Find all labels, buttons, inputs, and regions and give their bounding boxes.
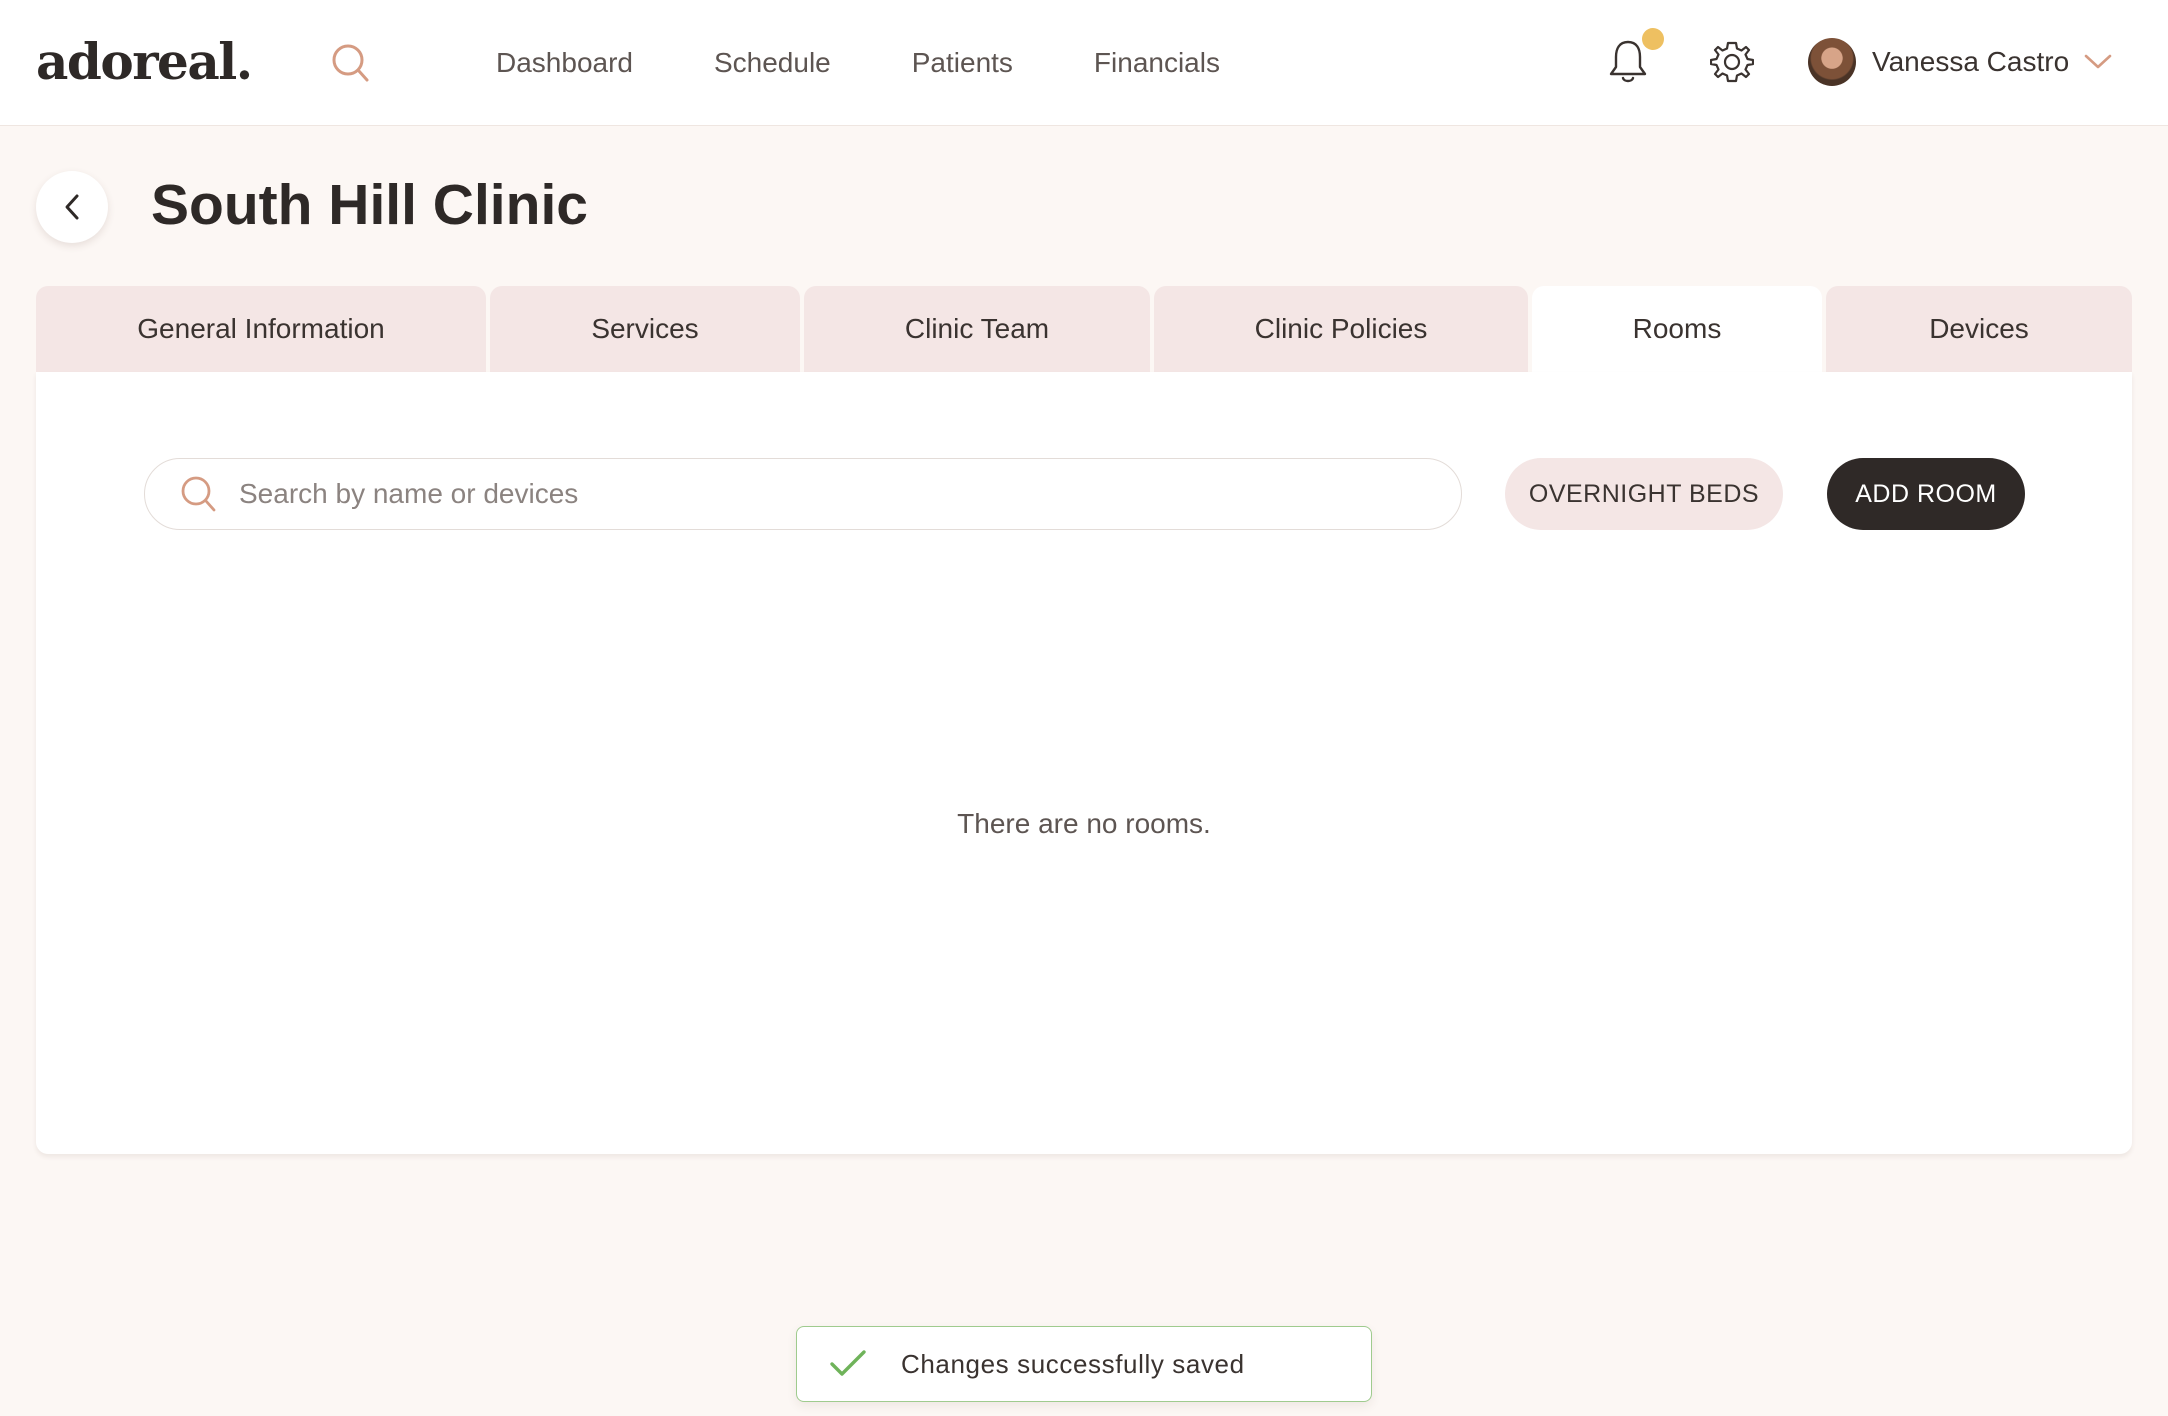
overnight-beds-button[interactable]: OVERNIGHT BEDS <box>1505 458 1783 530</box>
nav-schedule[interactable]: Schedule <box>714 47 831 79</box>
room-search-box[interactable] <box>144 458 1462 530</box>
room-search-input[interactable] <box>239 478 1419 510</box>
chevron-down-icon <box>2084 54 2112 69</box>
bell-icon[interactable] <box>1608 38 1648 84</box>
tab-clinic-team[interactable]: Clinic Team <box>804 286 1150 372</box>
chevron-left-icon <box>65 194 79 220</box>
adoreal-logo[interactable]: adoreal. <box>36 32 253 91</box>
notification-dot <box>1642 28 1664 50</box>
tab-general-information[interactable]: General Information <box>36 286 486 372</box>
tab-clinic-policies[interactable]: Clinic Policies <box>1154 286 1528 372</box>
avatar <box>1808 38 1856 86</box>
user-menu[interactable]: Vanessa Castro <box>1808 38 2113 86</box>
nav-dashboard[interactable]: Dashboard <box>496 47 633 79</box>
page-title: South Hill Clinic <box>151 173 588 237</box>
empty-state-message: There are no rooms. <box>957 808 1211 839</box>
user-name: Vanessa Castro <box>1872 46 2070 77</box>
main-nav: Dashboard Schedule Patients Financials <box>496 0 1301 126</box>
rooms-panel: OVERNIGHT BEDS ADD ROOM There are no roo… <box>36 372 2132 1154</box>
tab-devices[interactable]: Devices <box>1826 286 2132 372</box>
search-icon <box>181 476 216 512</box>
check-icon <box>830 1350 866 1376</box>
back-button[interactable] <box>36 171 108 243</box>
add-room-button[interactable]: ADD ROOM <box>1827 458 2025 530</box>
success-toast: Changes successfully saved <box>796 1326 1372 1402</box>
tab-services[interactable]: Services <box>490 286 800 372</box>
tab-rooms[interactable]: Rooms <box>1532 286 1822 372</box>
nav-financials[interactable]: Financials <box>1094 47 1220 79</box>
top-navigation-bar: adoreal. Dashboard Schedule Patients Fin… <box>0 0 2168 126</box>
search-icon[interactable] <box>330 42 370 84</box>
nav-patients[interactable]: Patients <box>912 47 1013 79</box>
gear-icon[interactable] <box>1710 40 1754 84</box>
toast-message: Changes successfully saved <box>901 1348 1245 1379</box>
